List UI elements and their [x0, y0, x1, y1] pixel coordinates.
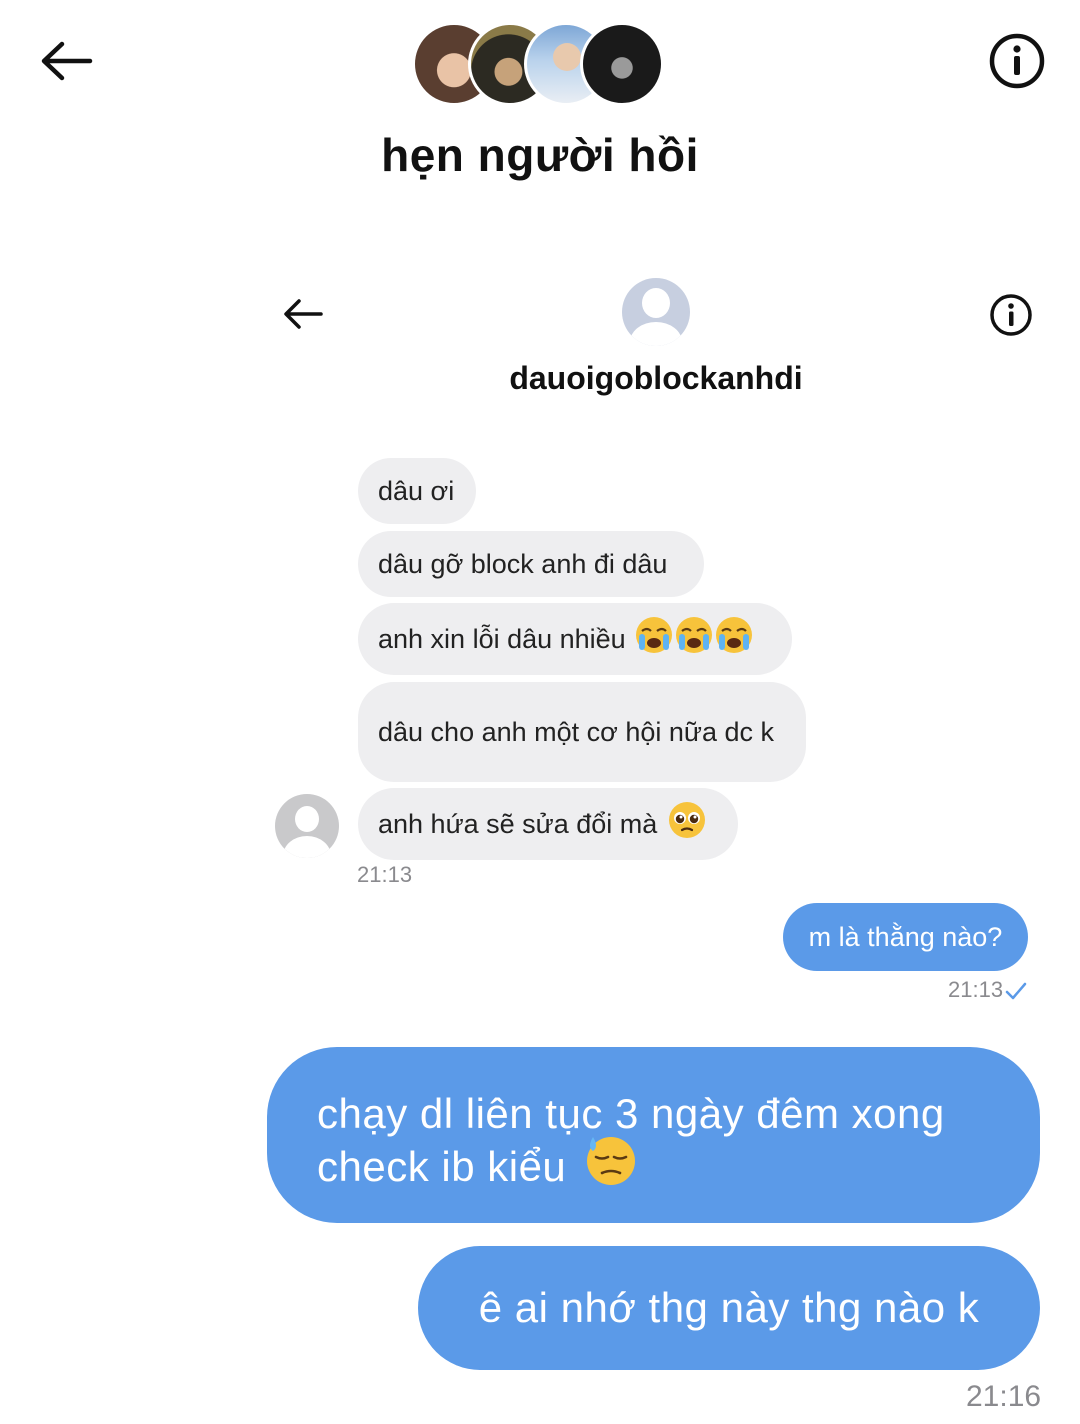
- incoming-message: dâu ơi: [358, 458, 476, 524]
- incoming-message: dâu cho anh một cơ hội nữa dc k: [358, 682, 806, 782]
- inner-back-arrow-icon: [282, 296, 324, 337]
- info-icon[interactable]: [988, 32, 1046, 90]
- crying-face-icon: [634, 615, 754, 664]
- back-arrow-icon[interactable]: [38, 38, 94, 84]
- outgoing-message: ê ai nhớ thg này thg nào k: [418, 1246, 1040, 1370]
- contact-name: dauoigoblockanhdi: [509, 360, 803, 396]
- contact-avatar: [622, 278, 690, 346]
- incoming-message: anh hứa sẽ sửa đổi mà: [358, 788, 738, 860]
- member-avatar: [580, 22, 664, 106]
- outgoing-message: chạy dl liên tục 3 ngày đêm xong check i…: [267, 1047, 1040, 1223]
- contact-small-avatar: [275, 794, 339, 858]
- outgoing-message: m là thằng nào?: [783, 903, 1028, 971]
- incoming-message: dâu gỡ block anh đi dâu: [358, 531, 704, 597]
- downcast-sweat-face-icon: [584, 1133, 638, 1199]
- pleading-face-icon: [667, 800, 707, 849]
- incoming-timestamp: 21:13: [357, 862, 413, 887]
- check-icon: [1004, 980, 1028, 1007]
- outgoing-timestamp: 21:13: [948, 977, 1004, 1002]
- incoming-message: anh xin lỗi dâu nhiều: [358, 603, 792, 675]
- message-timestamp: 21:16: [966, 1380, 1042, 1413]
- inner-info-icon: [989, 293, 1033, 342]
- group-title: hẹn người hồi: [381, 129, 699, 181]
- group-avatars[interactable]: [412, 22, 672, 108]
